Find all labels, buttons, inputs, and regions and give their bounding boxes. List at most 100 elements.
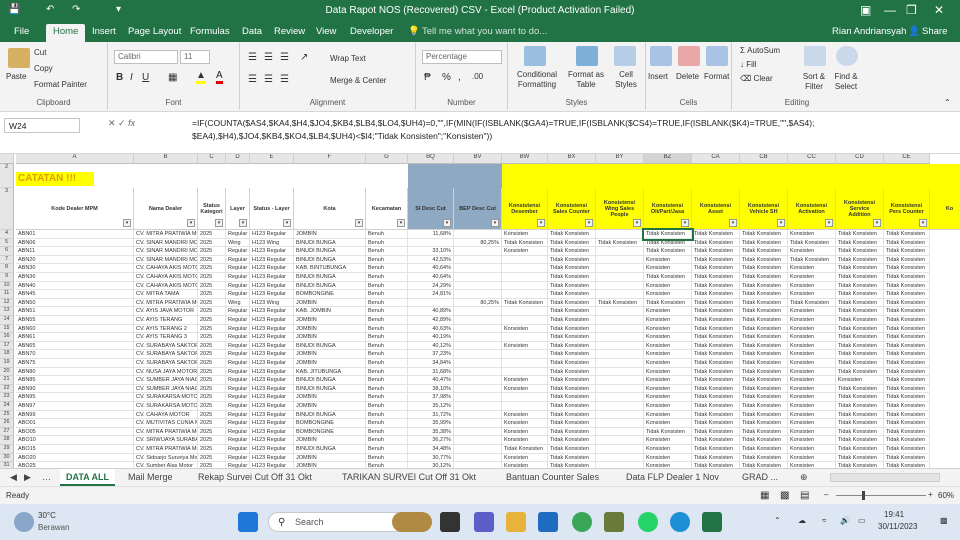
- cell-styles-button[interactable]: Cell Styles: [612, 70, 640, 90]
- battery-icon[interactable]: ▭: [858, 516, 866, 525]
- table-cell[interactable]: 24,81%: [408, 290, 454, 299]
- align-bottom-icon[interactable]: ☰: [280, 52, 289, 63]
- table-cell[interactable]: Konsisten: [788, 247, 836, 256]
- row-header[interactable]: 18: [0, 350, 14, 359]
- table-cell[interactable]: ABN61: [16, 333, 134, 342]
- paste-icon[interactable]: [8, 48, 30, 68]
- table-cell[interactable]: JOMBIN: [294, 324, 366, 334]
- table-cell[interactable]: [454, 350, 502, 359]
- table-cell[interactable]: BINUDI BUNGA: [294, 341, 366, 351]
- table-cell[interactable]: Regular: [226, 402, 250, 411]
- clear-button[interactable]: ⌫ Clear: [740, 74, 773, 83]
- table-cell[interactable]: Tidak Konsisten: [548, 238, 596, 248]
- align-middle-icon[interactable]: ☰: [264, 52, 273, 63]
- table-cell[interactable]: [596, 376, 644, 385]
- table-cell[interactable]: [454, 333, 502, 342]
- table-cell[interactable]: JOMBIN: [294, 298, 366, 308]
- table-cell[interactable]: 42,89%: [408, 316, 454, 325]
- column-header[interactable]: BY: [596, 154, 644, 164]
- table-cell[interactable]: Tidak Konsisten: [692, 367, 740, 377]
- table-cell[interactable]: Tidak Konsisten: [740, 273, 788, 282]
- table-cell[interactable]: [454, 255, 502, 265]
- sheet-tab-rekap-survei[interactable]: Rekap Survei Cut Off 31 Okt: [198, 472, 312, 482]
- filter-dropdown-icon[interactable]: ▾: [443, 219, 451, 227]
- excel-icon[interactable]: [702, 512, 722, 532]
- table-cell[interactable]: Tidak Konsisten: [884, 359, 930, 368]
- format-as-table-icon[interactable]: [576, 46, 598, 66]
- table-cell[interactable]: Tidak Konsisten: [884, 436, 930, 445]
- table-cell[interactable]: Konsisten: [788, 402, 836, 411]
- table-cell[interactable]: Tidak Konsisten: [548, 367, 596, 377]
- formula-input[interactable]: =IF(COUNTA($AS4,$KA4,$H4,$JO4,$KB4,$LB4,…: [192, 117, 952, 143]
- table-cell[interactable]: [596, 290, 644, 299]
- table-cell[interactable]: 2025: [198, 273, 226, 282]
- table-cell[interactable]: Konsisten: [788, 307, 836, 316]
- row-header[interactable]: 22: [0, 384, 14, 394]
- table-cell[interactable]: Tidak Konsisten: [740, 341, 788, 351]
- autosum-button[interactable]: Σ AutoSum: [740, 46, 780, 55]
- table-cell[interactable]: BINUDI BUNGA: [294, 238, 366, 248]
- table-cell[interactable]: 40,64%: [408, 273, 454, 282]
- table-cell[interactable]: JOMBIN: [294, 359, 366, 368]
- table-cell[interactable]: CV. SUMBER JAYA NIAGA SAKTI: [134, 376, 198, 385]
- table-cell[interactable]: 2025: [198, 376, 226, 385]
- filter-dropdown-icon[interactable]: ▾: [239, 219, 247, 227]
- table-cell[interactable]: Konsisten: [788, 384, 836, 394]
- bold-icon[interactable]: B: [116, 72, 123, 83]
- table-cell[interactable]: ABN99: [16, 410, 134, 420]
- table-cell[interactable]: Benuh: [366, 273, 408, 282]
- table-cell[interactable]: Tidak Konsisten: [884, 230, 930, 239]
- table-cell[interactable]: [454, 367, 502, 377]
- table-cell[interactable]: [502, 393, 548, 402]
- table-cell[interactable]: Benuh: [366, 264, 408, 273]
- table-cell[interactable]: Tidak Konsisten: [884, 281, 930, 291]
- minimize-icon[interactable]: —: [884, 3, 896, 17]
- table-cell[interactable]: Tidak Konsisten: [884, 367, 930, 377]
- cloud-icon[interactable]: ☁: [798, 516, 806, 525]
- table-cell[interactable]: [454, 376, 502, 385]
- find-select-button[interactable]: Find & Select: [830, 72, 862, 92]
- align-left-icon[interactable]: ☰: [248, 74, 257, 85]
- table-cell[interactable]: 2025: [198, 453, 226, 463]
- table-cell[interactable]: Tidak Konsisten: [740, 376, 788, 385]
- teams-icon[interactable]: [474, 512, 494, 532]
- align-right-icon[interactable]: ☰: [280, 74, 289, 85]
- table-cell[interactable]: Tidak Konsisten: [548, 445, 596, 454]
- underline-icon[interactable]: U: [142, 72, 149, 83]
- filter-dropdown-icon[interactable]: ▾: [825, 219, 833, 227]
- table-cell[interactable]: Tidak Konsisten: [692, 410, 740, 420]
- table-cell[interactable]: [596, 247, 644, 256]
- table-cell[interactable]: Tidak Konsisten: [740, 333, 788, 342]
- row-header[interactable]: 17: [0, 341, 14, 351]
- table-cell[interactable]: Tidak Konsisten: [740, 230, 788, 239]
- table-cell[interactable]: H123 Regular: [250, 307, 294, 316]
- table-cell[interactable]: ABN45: [16, 290, 134, 299]
- filter-dropdown-icon[interactable]: ▾: [397, 219, 405, 227]
- zoom-out-icon[interactable]: –: [824, 490, 828, 499]
- table-cell[interactable]: Tidak Konsisten: [884, 273, 930, 282]
- table-cell[interactable]: H123 Regular: [250, 350, 294, 359]
- table-cell[interactable]: Konsisten: [644, 316, 692, 325]
- table-cell[interactable]: Konsisten: [502, 230, 548, 239]
- normal-view-icon[interactable]: ▦: [760, 490, 769, 501]
- table-cell[interactable]: 2025: [198, 255, 226, 265]
- table-cell[interactable]: Konsisten: [502, 247, 548, 256]
- table-cell[interactable]: H123 Regular: [250, 333, 294, 342]
- table-cell[interactable]: Konsisten: [788, 445, 836, 454]
- edge-icon[interactable]: [670, 512, 690, 532]
- table-cell[interactable]: JOMBIN: [294, 230, 366, 239]
- table-cell[interactable]: JOMBIN: [294, 402, 366, 411]
- windows-start-icon[interactable]: [238, 512, 258, 532]
- worksheet-grid[interactable]: A B C D E F G BQ BV BW BX BY BZ CA CB CC CD CE 2 3 4 5 6 7 8 9 10…: [0, 154, 960, 468]
- table-cell[interactable]: 2025: [198, 264, 226, 273]
- table-cell[interactable]: [454, 316, 502, 325]
- table-cell[interactable]: Tidak Konsisten: [740, 281, 788, 291]
- table-cell[interactable]: Regular: [226, 427, 250, 437]
- row-header[interactable]: 19: [0, 359, 14, 368]
- table-cell[interactable]: Tidak Konsisten: [548, 436, 596, 445]
- tell-me-box[interactable]: Tell me what you want to do...: [422, 26, 547, 37]
- table-cell[interactable]: Tidak Konsisten: [884, 410, 930, 420]
- table-cell[interactable]: Konsisten: [644, 333, 692, 342]
- table-cell[interactable]: CV. SINAR MANDIRI MOTOR 3: [134, 255, 198, 265]
- table-cell[interactable]: Tidak Konsisten: [836, 419, 884, 428]
